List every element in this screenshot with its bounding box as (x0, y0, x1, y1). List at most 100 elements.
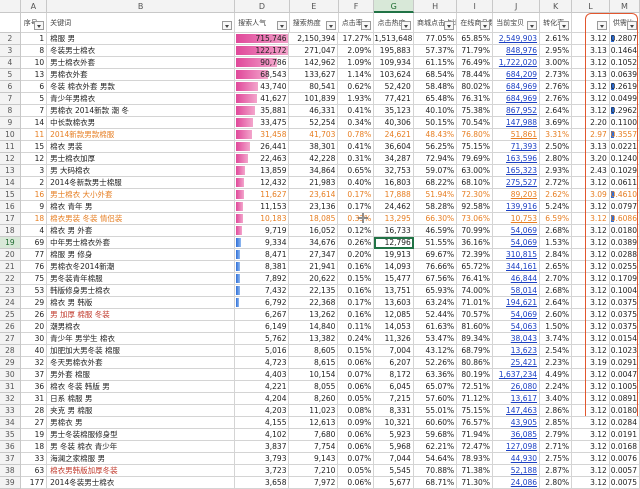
row-header[interactable]: 21 (0, 261, 21, 273)
cell-h[interactable]: 65.07% (413, 381, 458, 393)
cell-d[interactable]: 6,149 (234, 321, 290, 333)
cell-m[interactable]: 0.0611 (609, 177, 640, 189)
cell-e[interactable]: 34,676 (289, 237, 339, 249)
cell-g[interactable]: 5,968 (374, 441, 414, 453)
cell-k[interactable]: 2.61% (540, 33, 573, 45)
cell-e[interactable]: 21,941 (289, 261, 339, 273)
cell-k[interactable]: 2.95% (540, 45, 573, 57)
cell-m[interactable]: 0.0191 (609, 429, 640, 441)
cell-a[interactable]: 8 (20, 45, 48, 57)
column-header-e[interactable]: E (289, 0, 339, 13)
cell-h[interactable]: 61.63% (413, 321, 458, 333)
keyword-cell[interactable]: 韩版修身男士棉衣 (47, 285, 235, 297)
cell-m[interactable]: 0.0168 (609, 441, 640, 453)
cell-d[interactable]: 3,837 (234, 441, 290, 453)
column-header-k[interactable]: K (540, 0, 573, 13)
cell-a[interactable]: 18 (20, 213, 48, 225)
cell-e[interactable]: 42,228 (289, 153, 339, 165)
cell-h[interactable]: 58.28% (413, 201, 458, 213)
cell-f[interactable]: 0.08% (338, 405, 375, 417)
cell-e[interactable]: 22,135 (289, 285, 339, 297)
cell-l[interactable]: 3.13 (572, 141, 610, 153)
cell-e[interactable]: 271,047 (289, 45, 339, 57)
cell-i[interactable]: 68.10% (457, 177, 493, 189)
cell-a[interactable]: 9 (20, 201, 48, 213)
cell-m[interactable]: 0.1052 (609, 57, 640, 69)
row-header[interactable]: 6 (0, 81, 21, 93)
cell-g[interactable]: 6,207 (374, 357, 414, 369)
cell-d[interactable]: 8,471 (234, 249, 290, 261)
row-header[interactable]: 39 (0, 477, 21, 489)
cell-j[interactable]: 26,080 (492, 381, 541, 393)
cell-j[interactable]: 54,069 (492, 237, 541, 249)
cell-j[interactable]: 1,722,020 (492, 57, 541, 69)
keyword-cell[interactable]: 青少年 男学生 棉衣 (47, 333, 235, 345)
cell-i[interactable]: 80.86% (457, 357, 493, 369)
cell-i[interactable]: 76.41% (457, 273, 493, 285)
cell-i[interactable]: 72.30% (457, 189, 493, 201)
cell-l[interactable]: 3.12 (572, 273, 610, 285)
cell-f[interactable]: 0.06% (338, 381, 375, 393)
cell-i[interactable]: 36.16% (457, 237, 493, 249)
cell-l[interactable]: 3.12 (572, 345, 610, 357)
keyword-cell[interactable]: 男外套 棉服 (47, 369, 235, 381)
cell-e[interactable]: 41,703 (289, 129, 339, 141)
cell-f[interactable]: 0.20% (338, 249, 375, 261)
cell-e[interactable]: 8,615 (289, 357, 339, 369)
filter-header-i[interactable]: 在线商品数 (457, 13, 494, 33)
column-header-m[interactable]: M (609, 0, 640, 13)
keyword-cell[interactable]: 棉服 男 (47, 33, 235, 45)
filter-dropdown-icon[interactable] (559, 21, 570, 30)
cell-m[interactable]: 0.4610 (609, 189, 640, 201)
filter-dropdown-icon[interactable] (480, 21, 491, 30)
cell-f[interactable]: 0.41% (338, 105, 375, 117)
row-header[interactable]: 37 (0, 453, 21, 465)
cell-i[interactable]: 75.38% (457, 105, 493, 117)
cell-a[interactable]: 27 (20, 417, 48, 429)
cell-m[interactable]: 0.3557 (609, 129, 640, 141)
row-header[interactable]: 35 (0, 429, 21, 441)
cell-i[interactable]: 80.02% (457, 81, 493, 93)
keyword-cell[interactable]: 棉衣男韩版加厚冬装 (47, 465, 235, 477)
cell-f[interactable]: 0.12% (338, 225, 375, 237)
cell-g[interactable]: 16,733 (374, 225, 414, 237)
cell-h[interactable]: 56.25% (413, 141, 458, 153)
cell-j[interactable]: 13,623 (492, 345, 541, 357)
cell-m[interactable]: 0.1100 (609, 117, 640, 129)
filter-dropdown-icon[interactable] (596, 21, 607, 30)
cell-d[interactable]: 7,432 (234, 285, 290, 297)
cell-f[interactable]: 0.11% (338, 321, 375, 333)
cell-k[interactable]: 2.93% (540, 165, 573, 177)
cell-l[interactable]: 2.20 (572, 117, 610, 129)
cell-i[interactable]: 78.44% (457, 69, 493, 81)
keyword-cell[interactable]: 棉服 男 修身 (47, 249, 235, 261)
cell-a[interactable]: 53 (20, 285, 48, 297)
row-header[interactable]: 27 (0, 333, 21, 345)
cell-m[interactable]: 0.0389 (609, 237, 640, 249)
cell-j[interactable]: 275,527 (492, 177, 541, 189)
cell-d[interactable]: 41,627 (234, 93, 290, 105)
cell-j[interactable]: 867,952 (492, 105, 541, 117)
cell-j[interactable]: 344,161 (492, 261, 541, 273)
cell-m[interactable]: 0.0499 (609, 93, 640, 105)
cell-a[interactable]: 76 (20, 261, 48, 273)
cell-h[interactable]: 57.60% (413, 393, 458, 405)
cell-a[interactable]: 15 (20, 141, 48, 153)
cell-k[interactable]: 3.31% (540, 129, 573, 141)
cell-e[interactable]: 34,864 (289, 165, 339, 177)
cell-m[interactable]: 0.0291 (609, 357, 640, 369)
cell-l[interactable]: 3.12 (572, 381, 610, 393)
cell-m[interactable]: 0.1005 (609, 381, 640, 393)
cell-f[interactable]: 0.24% (338, 333, 375, 345)
cell-e[interactable]: 13,382 (289, 333, 339, 345)
cell-i[interactable]: 71.94% (457, 429, 493, 441)
filter-header-j[interactable]: 当前宝贝 (493, 13, 541, 33)
cell-l[interactable]: 3.12 (572, 57, 610, 69)
cell-m[interactable]: 0.0180 (609, 225, 640, 237)
cell-g[interactable]: 35,123 (374, 105, 414, 117)
cell-l[interactable]: 2.43 (572, 165, 610, 177)
cell-e[interactable]: 20,622 (289, 273, 339, 285)
cell-k[interactable]: 3.74% (540, 333, 573, 345)
row-header[interactable]: 10 (0, 129, 21, 141)
keyword-cell[interactable]: 男棉衣外套 (47, 69, 235, 81)
